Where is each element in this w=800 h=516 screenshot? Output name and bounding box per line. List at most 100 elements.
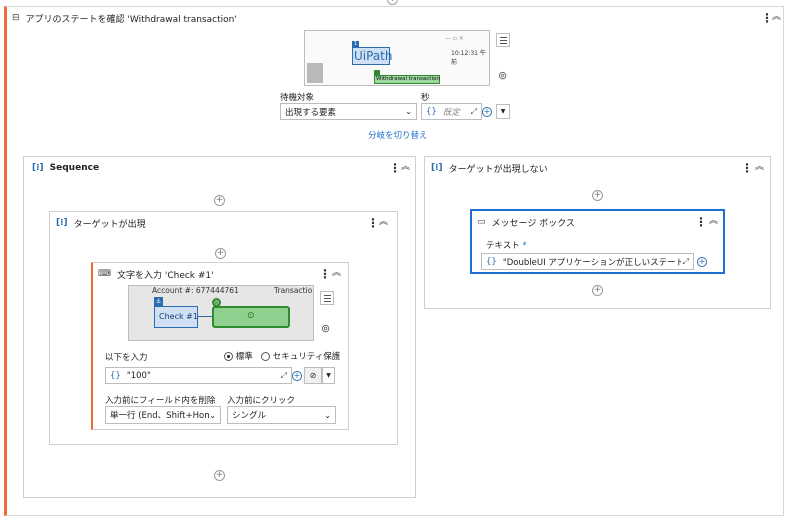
activity-header: ⊟ アプリのステートを確認 'Withdrawal transaction' bbox=[7, 7, 783, 29]
input-text-field[interactable]: {} "100" ⤢ bbox=[105, 367, 292, 384]
message-box-icon: ▭ bbox=[477, 217, 486, 227]
type-into-preview[interactable]: Account #: 677444761 Transactio ⚓ Check … bbox=[128, 285, 314, 341]
required-mark: * bbox=[522, 241, 527, 251]
target-found-container[interactable]: [⁝] ターゲットが出現 ⋮ ︽ + ⌨ 文字を入力 'Check #1' ⋮ … bbox=[49, 211, 398, 445]
radio-standard-label: 標準 bbox=[235, 352, 253, 362]
target-settings-icon[interactable]: ⊚ bbox=[498, 70, 507, 81]
radio-secure-icon[interactable] bbox=[261, 352, 270, 361]
expression-brace-icon: {} bbox=[486, 256, 497, 267]
input-dropdown-button[interactable]: ▼ bbox=[322, 367, 335, 384]
text-label: テキスト * bbox=[486, 239, 527, 251]
message-box-more-icon[interactable]: ⋮ bbox=[695, 216, 707, 228]
type-into-collapse-icon[interactable]: ︽ bbox=[332, 269, 341, 278]
preview-account: Account #: 677444761 bbox=[152, 286, 239, 295]
sequence-title: Sequence bbox=[49, 163, 100, 173]
input-text-value: "100" bbox=[126, 370, 151, 381]
type-into-title: 文字を入力 'Check #1' bbox=[117, 270, 214, 281]
anchor-badge: 1 bbox=[352, 41, 359, 48]
preview-transaction: Transactio bbox=[274, 286, 313, 295]
target-not-found-add-bottom-icon[interactable]: + bbox=[592, 285, 603, 296]
type-into-icon: ⌨ bbox=[98, 269, 111, 279]
add-activity-top-icon[interactable]: + bbox=[387, 0, 398, 5]
target-not-found-add-icon[interactable]: + bbox=[592, 190, 603, 201]
hide-text-button[interactable]: ⊘ bbox=[304, 367, 322, 384]
sequence-add-icon[interactable]: + bbox=[214, 195, 225, 206]
seconds-value: 既定 bbox=[442, 107, 460, 118]
target-preview[interactable]: 10:12:31 午前 — ▫ ✕ 1 UiPath Withdrawal tr… bbox=[304, 30, 490, 86]
wait-for-select[interactable]: 出現する要素 ⌄ bbox=[280, 103, 417, 120]
add-variable-icon[interactable]: + bbox=[482, 107, 492, 117]
chevron-down-icon: ⌄ bbox=[324, 410, 331, 420]
message-text-field[interactable]: {} "DoubleUI アプリケーションが正しいステートにあり ⤢ bbox=[481, 253, 694, 270]
input-label: 以下を入力 bbox=[105, 353, 148, 363]
sequence-container[interactable]: [⁝] Sequence ⋮ ︽ + [⁝] ターゲットが出現 ⋮ ︽ + ⌨ bbox=[23, 156, 416, 498]
target-found-add-icon[interactable]: + bbox=[215, 248, 226, 259]
chevron-down-icon: ⌄ bbox=[209, 410, 216, 420]
click-before-select[interactable]: シングル ⌄ bbox=[227, 406, 336, 424]
preview-gray-block bbox=[307, 63, 323, 83]
target-not-found-title: ターゲットが出現しない bbox=[448, 164, 548, 175]
check-app-state-icon: ⊟ bbox=[12, 13, 20, 23]
target-found-more-icon[interactable]: ⋮ bbox=[367, 217, 379, 229]
check-app-state-activity[interactable]: ⊟ アプリのステートを確認 'Withdrawal transaction' ⋮… bbox=[4, 6, 784, 516]
add-variable-icon[interactable]: + bbox=[292, 371, 302, 381]
type-into-header: ⌨ 文字を入力 'Check #1' bbox=[93, 263, 348, 285]
preview-check-label: Check #1 bbox=[159, 312, 198, 321]
target-badge-icon bbox=[374, 70, 380, 76]
message-box-activity[interactable]: ▭ メッセージ ボックス ⋮ ︽ テキスト * {} "DoubleUI アプリ… bbox=[470, 209, 725, 274]
toggle-branch-link[interactable]: 分岐を切り替え bbox=[368, 129, 428, 141]
type-into-settings-icon[interactable]: ⊚ bbox=[321, 323, 330, 334]
target-found-header: [⁝] ターゲットが出現 bbox=[50, 212, 397, 234]
expand-icon[interactable]: ⤢ bbox=[471, 107, 477, 117]
radio-secure-label: セキュリティ保護 bbox=[272, 352, 341, 362]
clear-field-select[interactable]: 単一行 (End、Shift+Hom ⌄ bbox=[105, 406, 221, 424]
clear-field-label: 入力前にフィールド内を削除 bbox=[105, 396, 216, 406]
message-text-value: "DoubleUI アプリケーションが正しいステートにあり bbox=[502, 257, 681, 268]
target-not-found-container[interactable]: [⁝] ターゲットが出現しない ⋮ ︽ + ▭ メッセージ ボックス ⋮ ︽ テ… bbox=[424, 156, 771, 309]
target-not-found-more-icon[interactable]: ⋮ bbox=[741, 162, 753, 174]
preview-time: 10:12:31 午前 bbox=[451, 50, 486, 66]
radio-standard-icon[interactable] bbox=[224, 352, 233, 361]
activity-title: アプリのステートを確認 'Withdrawal transaction' bbox=[25, 14, 237, 25]
type-into-more-icon[interactable]: ⋮ bbox=[319, 268, 331, 280]
target-crosshair-icon: ⊙ bbox=[247, 311, 255, 321]
message-box-header: ▭ メッセージ ボックス bbox=[472, 211, 723, 233]
sequence-icon: [⁝] bbox=[32, 163, 44, 173]
radio-secure[interactable]: セキュリティ保護 bbox=[261, 350, 340, 362]
expand-icon[interactable]: ⤢ bbox=[681, 257, 689, 267]
sequence-more-icon[interactable]: ⋮ bbox=[389, 162, 401, 174]
target-not-found-collapse-icon[interactable]: ︽ bbox=[755, 163, 764, 172]
chevron-down-icon: ⌄ bbox=[405, 107, 412, 116]
expand-icon[interactable]: ⤢ bbox=[281, 371, 287, 381]
target-menu-icon[interactable] bbox=[496, 33, 510, 47]
type-into-activity[interactable]: ⌨ 文字を入力 'Check #1' ⋮ ︽ Account #: 677444… bbox=[91, 262, 349, 430]
sequence-collapse-icon[interactable]: ︽ bbox=[401, 163, 410, 172]
message-box-title: メッセージ ボックス bbox=[491, 218, 575, 229]
preview-window-buttons: — ▫ ✕ bbox=[445, 35, 464, 42]
target-not-found-icon: [⁝] bbox=[431, 163, 443, 173]
text-label-value: テキスト bbox=[486, 241, 520, 251]
anchor-badge-icon: ⚓ bbox=[154, 297, 163, 306]
target-not-found-header: [⁝] ターゲットが出現しない bbox=[425, 157, 770, 179]
preview-target-label: Withdrawal transaction bbox=[376, 76, 440, 82]
clear-field-value: 単一行 (End、Shift+Hom bbox=[110, 411, 210, 421]
seconds-label: 秒 bbox=[421, 93, 430, 103]
seconds-dropdown-button[interactable]: ▼ bbox=[496, 104, 510, 119]
add-variable-icon[interactable]: + bbox=[697, 257, 707, 267]
message-box-collapse-icon[interactable]: ︽ bbox=[709, 217, 718, 226]
wait-for-value: 出現する要素 bbox=[285, 107, 337, 118]
target-found-collapse-icon[interactable]: ︽ bbox=[379, 218, 388, 227]
sequence-add-bottom-icon[interactable]: + bbox=[214, 470, 225, 481]
seconds-field[interactable]: {} 既定 ⤢ bbox=[421, 103, 482, 120]
target-found-title: ターゲットが出現 bbox=[73, 219, 146, 230]
collapse-icon[interactable]: ︽ bbox=[772, 13, 781, 22]
target-badge-icon: ◎ bbox=[212, 298, 221, 307]
wait-for-label: 待機対象 bbox=[280, 93, 315, 103]
radio-standard[interactable]: 標準 bbox=[224, 350, 253, 362]
target-found-icon: [⁝] bbox=[56, 218, 68, 228]
type-into-menu-icon[interactable] bbox=[320, 291, 334, 305]
designer-canvas: + ⊟ アプリのステートを確認 'Withdrawal transaction'… bbox=[0, 0, 800, 516]
anchor-connector bbox=[198, 316, 212, 317]
click-before-label: 入力前にクリック bbox=[227, 396, 296, 406]
sequence-header: [⁝] Sequence bbox=[24, 157, 415, 179]
